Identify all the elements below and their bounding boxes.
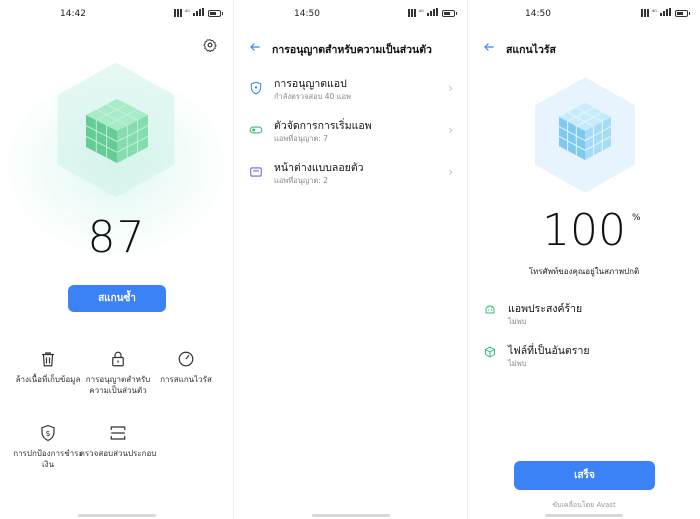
nfc-icon (173, 9, 182, 17)
result-status: ไม่พบ (508, 359, 527, 368)
home-indicator[interactable] (78, 514, 156, 517)
trash-icon (42, 352, 54, 367)
svg-text:$: $ (46, 429, 51, 438)
android-icon (485, 305, 495, 314)
scan-status-text: โทรศัพท์ของคุณอยู่ในสภาพปกติ (528, 267, 640, 276)
tool-check-components[interactable]: ตรวจสอบส่วนประกอบ (78, 424, 158, 459)
phone-manager-screen: 14:42 ⁴ᴳ 87 สแกนซ้ำ ล้างเนื้อที่เก็บข้อม… (0, 0, 233, 519)
health-score: 87 (87, 212, 146, 263)
app-bar: สแกนไวรัส (468, 40, 700, 56)
shield-icon (250, 81, 262, 95)
chevron-right-icon: › (448, 165, 453, 179)
item-title: หน้าต่างแบบลอยตัว (274, 162, 364, 174)
permission-item-startup-manager[interactable]: ตัวจัดการการเริ่มแอพ แอพที่อนุญาต: 7 › (234, 115, 467, 151)
result-harmful-files: ไฟล์ที่เป็นอันตราย ไม่พบ (468, 342, 700, 372)
scan-percent: 100 (542, 205, 626, 256)
tool-payment-protection[interactable]: $ การปกป้องการชำระเงิน (8, 424, 88, 470)
permission-item-app-permissions[interactable]: การอนุญาตแอป กำลังตรวจสอบ 40 แอพ › (234, 73, 467, 109)
powered-by-text: ขับเคลื่อนโดย Avast (552, 501, 616, 509)
shield-dollar-icon: $ (41, 424, 55, 442)
chevron-right-icon: › (448, 81, 453, 95)
nfc-icon (407, 9, 416, 17)
page-title: การอนุญาตสำหรับความเป็นส่วนตัว (272, 44, 432, 56)
done-button[interactable]: เสร็จ (514, 461, 655, 490)
gauge-icon (178, 351, 194, 367)
scan-again-button[interactable]: สแกนซ้ำ (68, 285, 166, 312)
result-status: ไม่พบ (508, 317, 527, 326)
tool-clean-storage[interactable]: ล้างเนื้อที่เก็บข้อมูล (8, 350, 88, 385)
status-bar: 14:42 ⁴ᴳ (0, 0, 233, 30)
result-malicious-apps: แอพประสงค์ร้าย ไม่พบ (468, 300, 700, 330)
signal-icon (427, 8, 439, 17)
permission-item-floating-windows[interactable]: หน้าต่างแบบลอยตัว แอพที่อนุญาต: 2 › (234, 157, 467, 193)
status-icons: ⁴ᴳ (640, 8, 690, 17)
status-icons: ⁴ᴳ (407, 8, 457, 17)
status-bar: 14:50 ⁴ᴳ (234, 0, 467, 30)
chevron-right-icon: › (448, 123, 453, 137)
back-arrow-icon[interactable] (248, 40, 262, 54)
tool-label: การปกป้องการชำระเงิน (13, 449, 83, 469)
floating-window-icon (250, 167, 262, 177)
result-title: แอพประสงค์ร้าย (508, 303, 583, 315)
privacy-permissions-screen: 14:50 ⁴ᴳ การอนุญาตสำหรับความเป็นส่วนตัว … (234, 0, 467, 519)
page-title: สแกนไวรัส (506, 44, 556, 56)
scan-cube-icon (558, 103, 612, 160)
virus-scan-screen: 14:50 ⁴ᴳ สแกนไวรัส 100 % โทรศัพท์ของคุณอ… (468, 0, 700, 519)
status-time: 14:50 (294, 9, 320, 19)
app-bar: การอนุญาตสำหรับความเป็นส่วนตัว (234, 40, 467, 56)
item-subtitle: กำลังตรวจสอบ 40 แอพ (274, 92, 351, 101)
home-indicator[interactable] (545, 514, 623, 517)
item-title: ตัวจัดการการเริ่มแอพ (274, 120, 372, 132)
tool-label: การสแกนไวรัส (160, 375, 212, 384)
item-title: การอนุญาตแอป (274, 78, 347, 90)
signal-icon (193, 8, 205, 17)
status-time: 14:42 (60, 9, 86, 19)
status-time: 14:50 (525, 9, 551, 19)
signal-icon (660, 8, 672, 17)
network-type-icon: ⁴ᴳ (651, 9, 657, 16)
toggle-icon (249, 126, 263, 134)
status-icons: ⁴ᴳ (173, 8, 223, 17)
back-arrow-icon[interactable] (482, 40, 496, 54)
status-bar: 14:50 ⁴ᴳ (468, 0, 700, 30)
battery-icon (675, 9, 690, 17)
network-type-icon: ⁴ᴳ (418, 9, 424, 16)
lock-icon (112, 351, 124, 367)
nfc-icon (640, 9, 649, 17)
battery-icon (208, 9, 223, 17)
tool-label: ล้างเนื้อที่เก็บข้อมูล (15, 375, 81, 384)
tool-label: ตรวจสอบส่วนประกอบ (79, 449, 157, 458)
result-title: ไฟล์ที่เป็นอันตราย (508, 345, 590, 357)
home-indicator[interactable] (312, 514, 390, 517)
health-cube-icon (85, 99, 149, 163)
item-subtitle: แอพที่อนุญาต: 2 (274, 176, 329, 185)
battery-icon (442, 9, 457, 17)
network-type-icon: ⁴ᴳ (184, 9, 190, 16)
tool-virus-scan[interactable]: การสแกนไวรัส (146, 350, 226, 385)
scan-frame-icon (110, 426, 126, 440)
settings-gear-icon[interactable] (203, 38, 217, 52)
percent-sign: % (632, 213, 641, 223)
box-icon (485, 346, 495, 358)
item-subtitle: แอพที่อนุญาต: 7 (274, 134, 329, 143)
